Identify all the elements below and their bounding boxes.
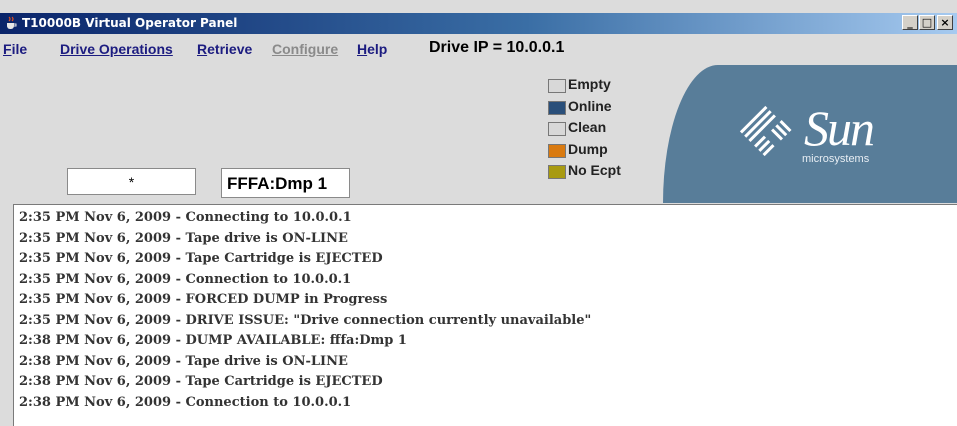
minimize-button[interactable]: _: [902, 15, 918, 30]
menu-drive-operations[interactable]: Drive Operations: [60, 41, 173, 57]
close-button[interactable]: ×: [937, 15, 953, 30]
sun-logo-subtext: microsystems: [802, 153, 870, 165]
menu-retrieve[interactable]: Retrieve: [197, 41, 252, 57]
no-ecpt-indicator: [548, 165, 566, 179]
log-entry: 2:38 PM Nov 6, 2009 - Tape drive is ON-L…: [19, 354, 348, 369]
legend-label: Online: [568, 97, 612, 114]
title-bar[interactable]: T10000B Virtual Operator Panel _ □ ×: [0, 13, 957, 34]
menu-bar: File Drive Operations Retrieve Configure…: [0, 34, 957, 62]
legend-label: Dump: [568, 140, 608, 157]
log-entry: 2:38 PM Nov 6, 2009 - Connection to 10.0…: [19, 395, 352, 410]
log-entry: 2:35 PM Nov 6, 2009 - Connection to 10.0…: [19, 272, 352, 287]
log-entry: 2:35 PM Nov 6, 2009 - Tape Cartridge is …: [19, 251, 383, 266]
sun-logo-icon: [739, 105, 792, 157]
message-display-field: FFFA:Dmp 1: [221, 168, 350, 198]
maximize-button[interactable]: □: [919, 15, 935, 30]
sun-logo-text: Sun: [804, 100, 875, 156]
drive-display-field: *: [67, 168, 196, 195]
log-entry: 2:35 PM Nov 6, 2009 - FORCED DUMP in Pro…: [19, 292, 388, 307]
sun-branding-panel: Sun microsystems: [663, 65, 957, 203]
online-indicator: [548, 100, 566, 115]
menu-help[interactable]: Help: [357, 41, 387, 57]
status-panel: * FFFA:Dmp 1 Empty Online Clean Dump No …: [0, 62, 957, 204]
menu-file[interactable]: File: [3, 41, 27, 57]
log-entry: 2:35 PM Nov 6, 2009 - DRIVE ISSUE: "Driv…: [19, 313, 592, 328]
legend-label: Empty: [568, 76, 611, 92]
clean-indicator: [548, 122, 566, 136]
operator-panel-window: T10000B Virtual Operator Panel _ □ × Fil…: [0, 0, 957, 426]
left-border: [0, 204, 13, 426]
event-log[interactable]: 2:35 PM Nov 6, 2009 - Connecting to 10.0…: [13, 204, 957, 426]
log-entry: 2:35 PM Nov 6, 2009 - Tape drive is ON-L…: [19, 231, 348, 246]
java-cup-icon: [7, 16, 17, 29]
menu-configure[interactable]: Configure: [272, 41, 338, 57]
log-entry: 2:38 PM Nov 6, 2009 - DUMP AVAILABLE: ff…: [19, 333, 407, 348]
window-title: T10000B Virtual Operator Panel: [22, 16, 238, 30]
empty-indicator: [548, 79, 566, 93]
log-entry: 2:38 PM Nov 6, 2009 - Tape Cartridge is …: [19, 374, 383, 389]
log-entry: 2:35 PM Nov 6, 2009 - Connecting to 10.0…: [19, 210, 352, 225]
dump-indicator: [548, 143, 566, 158]
legend-label: Clean: [568, 119, 607, 135]
drive-ip-label: Drive IP = 10.0.0.1: [429, 39, 565, 56]
legend-label: No Ecpt: [568, 162, 621, 178]
